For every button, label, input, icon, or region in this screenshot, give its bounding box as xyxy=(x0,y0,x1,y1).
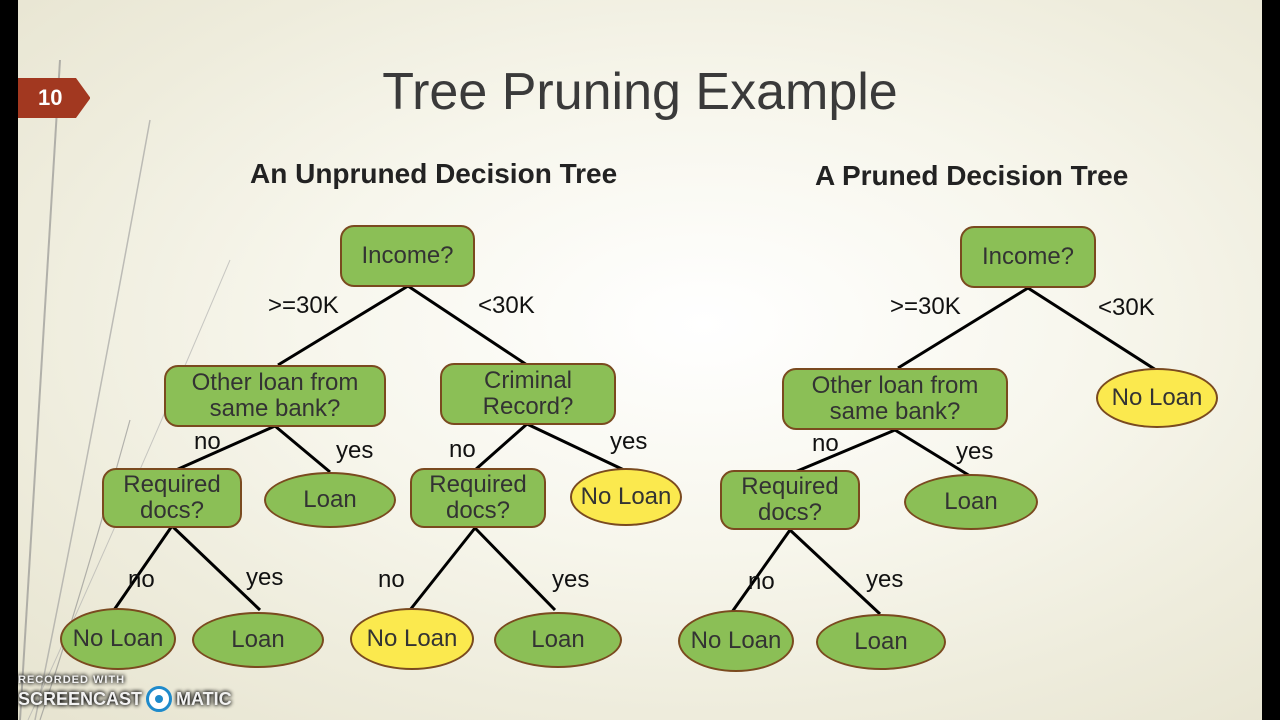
edge-yes-4: yes xyxy=(552,566,589,594)
node-otherloan-right: Other loan from same bank? xyxy=(782,368,1008,430)
leaf-noloan-left1: No Loan xyxy=(570,468,682,526)
leaf-noloan-left3: No Loan xyxy=(350,608,474,670)
node-income-right: Income? xyxy=(960,226,1096,288)
edge-ge30k-left: >=30K xyxy=(268,292,339,320)
watermark-line1: RECORDED WITH xyxy=(18,674,232,686)
edge-lt30k-right: <30K xyxy=(1098,294,1155,322)
node-otherloan-left: Other loan from same bank? xyxy=(164,365,386,427)
leaf-loan-left2: Loan xyxy=(192,612,324,668)
leaf-noloan-left2: No Loan xyxy=(60,608,176,670)
leaf-loan-right1: Loan xyxy=(904,474,1038,530)
node-income-left: Income? xyxy=(340,225,475,287)
leaf-noloan-right2: No Loan xyxy=(678,610,794,672)
edge-no-r1: no xyxy=(812,430,839,458)
watermark-ring-icon xyxy=(146,686,172,712)
leaf-loan-right2: Loan xyxy=(816,614,946,670)
screencast-watermark: RECORDED WITH SCREENCAST MATIC xyxy=(18,674,232,712)
edge-lt30k-left: <30K xyxy=(478,292,535,320)
edge-yes-r1: yes xyxy=(956,438,993,466)
leaf-noloan-right1: No Loan xyxy=(1096,368,1218,428)
edge-ge30k-right: >=30K xyxy=(890,293,961,321)
edge-no-4: no xyxy=(378,566,405,594)
edge-yes-1: yes xyxy=(336,437,373,465)
edge-yes-2: yes xyxy=(610,428,647,456)
node-criminal: Criminal Record? xyxy=(440,363,616,425)
edge-yes-3: yes xyxy=(246,564,283,592)
edge-no-1: no xyxy=(194,428,221,456)
watermark-brand1: SCREENCAST xyxy=(18,689,142,710)
node-reqdocs-left1: Required docs? xyxy=(102,468,242,528)
edge-no-3: no xyxy=(128,566,155,594)
edge-no-2: no xyxy=(449,436,476,464)
edge-yes-r2: yes xyxy=(866,566,903,594)
leaf-loan-left1: Loan xyxy=(264,472,396,528)
edge-no-r2: no xyxy=(748,568,775,596)
watermark-brand2: MATIC xyxy=(176,689,232,710)
right-tree-edges xyxy=(0,0,1280,720)
diagram-stage: Income? >=30K <30K Other loan from same … xyxy=(0,0,1280,720)
node-reqdocs-right: Required docs? xyxy=(720,470,860,530)
leaf-loan-left3: Loan xyxy=(494,612,622,668)
left-tree-edges xyxy=(0,0,1280,720)
node-reqdocs-left2: Required docs? xyxy=(410,468,546,528)
